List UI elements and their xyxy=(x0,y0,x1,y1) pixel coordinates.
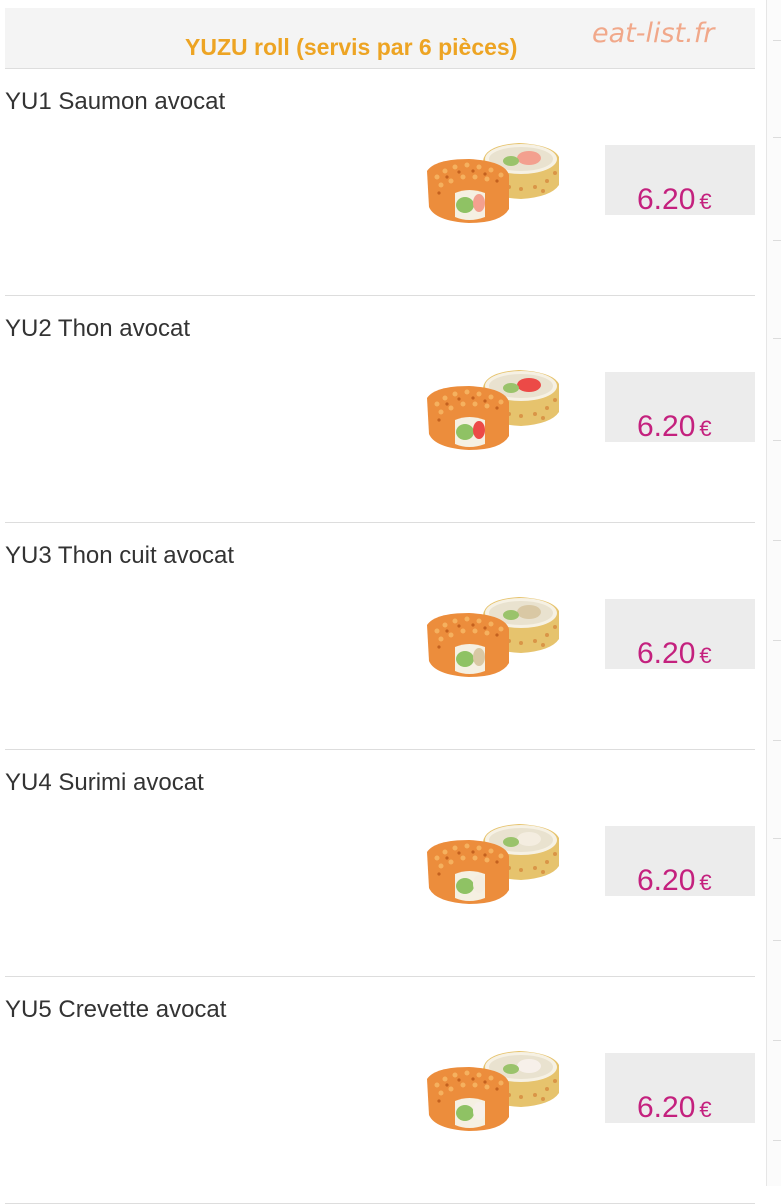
price-box: 6.20 € xyxy=(605,599,755,670)
item-name: YU3 Thon cuit avocat xyxy=(5,542,235,569)
menu-item[interactable]: YU3 Thon cuit avocat 6.20 € xyxy=(5,523,755,750)
item-price: 6.20 € xyxy=(637,864,712,897)
menu-item[interactable]: YU5 Crevette avocat 6.20 € xyxy=(5,977,755,1204)
item-price: 6.20 € xyxy=(637,183,712,216)
price-box: 6.20 € xyxy=(605,826,755,897)
sushi-roll-icon xyxy=(427,824,559,904)
menu-item[interactable]: YU4 Surimi avocat 6.20 € xyxy=(5,750,755,977)
item-name: YU2 Thon avocat xyxy=(5,315,191,342)
price-box: 6.20 € xyxy=(605,372,755,443)
item-price: 6.20 € xyxy=(637,637,712,670)
item-name: YU4 Surimi avocat xyxy=(5,769,204,796)
currency-symbol: € xyxy=(699,1097,712,1122)
sushi-roll-icon xyxy=(427,1051,559,1131)
currency-symbol: € xyxy=(699,416,712,441)
item-name: YU1 Saumon avocat xyxy=(5,88,226,115)
sushi-roll-icon xyxy=(427,370,559,450)
price-box: 6.20 € xyxy=(605,1053,755,1124)
section-header: YUZU roll (servis par 6 pièces) eat-list… xyxy=(5,8,755,69)
price-box: 6.20 € xyxy=(605,145,755,216)
menu-item[interactable]: YU1 Saumon avocat 6.20 € xyxy=(5,69,755,296)
currency-symbol: € xyxy=(699,870,712,895)
section-title: YUZU roll (servis par 6 pièces) xyxy=(185,34,518,60)
item-price: 6.20 € xyxy=(637,410,712,443)
sushi-roll-icon xyxy=(427,143,559,223)
currency-symbol: € xyxy=(699,189,712,214)
menu-item[interactable]: YU2 Thon avocat 6.20 € xyxy=(5,296,755,523)
item-price: 6.20 € xyxy=(637,1091,712,1124)
sushi-roll-icon xyxy=(427,597,559,677)
right-rail xyxy=(766,0,781,1186)
item-name: YU5 Crevette avocat xyxy=(5,996,227,1023)
currency-symbol: € xyxy=(699,643,712,668)
site-watermark: eat-list.fr xyxy=(592,18,715,49)
